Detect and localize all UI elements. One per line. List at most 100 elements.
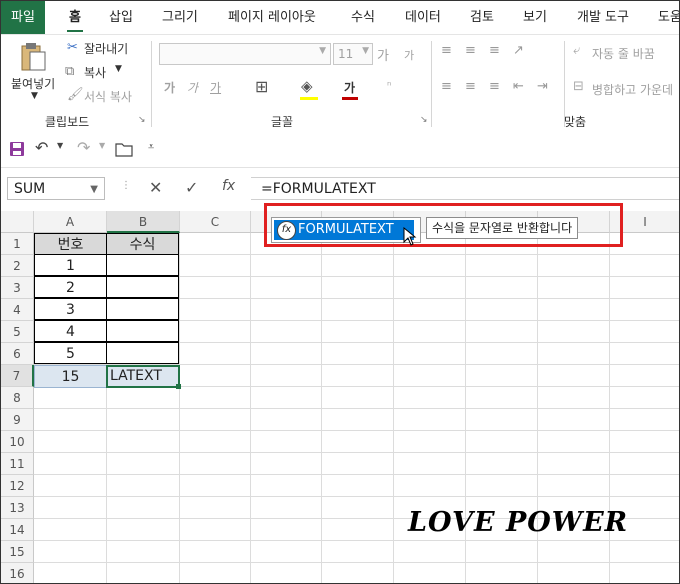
- divider: [431, 41, 432, 127]
- font-size-select[interactable]: 11 ▼: [333, 43, 373, 65]
- undo-icon[interactable]: ↶: [35, 138, 48, 157]
- row-header[interactable]: 10: [1, 431, 34, 453]
- bold-button[interactable]: 가: [164, 79, 175, 96]
- gridline: [34, 452, 679, 453]
- phonetic-icon[interactable]: ⁿ: [387, 79, 391, 92]
- chevron-down-icon[interactable]: ▼: [57, 141, 63, 150]
- tab-review[interactable]: 검토: [470, 1, 494, 34]
- tab-draw[interactable]: 그리기: [162, 1, 198, 34]
- column-header-b[interactable]: B: [107, 211, 180, 233]
- cell-a6[interactable]: 5: [34, 342, 107, 364]
- row-header[interactable]: 4: [1, 299, 34, 321]
- cut-button[interactable]: 잘라내기: [84, 40, 128, 57]
- row-header[interactable]: 15: [1, 541, 34, 563]
- name-box[interactable]: SUM ▼: [7, 177, 105, 200]
- chevron-down-icon[interactable]: ▼: [115, 64, 122, 74]
- orientation-icon[interactable]: ↗: [513, 43, 524, 58]
- decrease-font-button[interactable]: 가: [404, 47, 414, 63]
- font-name-select[interactable]: ▼: [159, 43, 331, 65]
- excel-window: 파일 홈 삽입 그리기 페이지 레이아웃 수식 데이터 검토 보기 개발 도구 …: [0, 0, 680, 584]
- autocomplete-list: FORMULATEXT fx: [271, 217, 421, 243]
- drag-handle-icon[interactable]: ⋮: [121, 180, 131, 191]
- insert-function-icon[interactable]: fx: [222, 178, 235, 194]
- cell-b6[interactable]: [106, 342, 179, 364]
- fill-color-icon[interactable]: ◈: [301, 77, 313, 95]
- tab-developer[interactable]: 개발 도구: [577, 1, 629, 34]
- indent-decrease-icon[interactable]: ⇤: [513, 79, 524, 94]
- cell-a4[interactable]: 3: [34, 298, 107, 320]
- row-header[interactable]: 5: [1, 321, 34, 343]
- merge-icon: ⊟: [573, 79, 584, 94]
- borders-icon[interactable]: ⊞: [255, 77, 268, 96]
- font-color-button[interactable]: 가: [344, 79, 355, 96]
- underline-button[interactable]: 가: [210, 79, 221, 96]
- select-all-corner[interactable]: [1, 211, 34, 233]
- dialog-launcher-icon[interactable]: ↘: [138, 115, 146, 125]
- tab-home[interactable]: 홈: [67, 1, 83, 34]
- row-header[interactable]: 1: [1, 233, 34, 255]
- chevron-down-icon[interactable]: ▼: [99, 141, 105, 150]
- cancel-icon[interactable]: ✕: [149, 178, 162, 197]
- row-header[interactable]: 12: [1, 475, 34, 497]
- column-header-c[interactable]: C: [180, 211, 251, 233]
- dialog-launcher-icon[interactable]: ↘: [420, 115, 428, 125]
- chevron-down-icon[interactable]: ▼: [90, 178, 98, 201]
- cell-b2[interactable]: [106, 254, 179, 276]
- cell-a4-value: 3: [66, 302, 75, 318]
- row-header[interactable]: 9: [1, 409, 34, 431]
- cell-b5[interactable]: [106, 320, 179, 342]
- row-header[interactable]: 14: [1, 519, 34, 541]
- tab-data[interactable]: 데이터: [405, 1, 441, 34]
- paste-button[interactable]: 붙여넣기 ▼: [7, 39, 59, 103]
- redo-icon[interactable]: ↷: [77, 138, 90, 157]
- customize-qat-icon[interactable]: ⩡: [148, 140, 154, 154]
- cell-a2[interactable]: 1: [34, 254, 107, 276]
- mouse-cursor-icon: [403, 227, 417, 246]
- align-top-icon[interactable]: ≡: [441, 43, 452, 58]
- align-middle-icon[interactable]: ≡: [465, 43, 476, 58]
- align-left-icon[interactable]: ≡: [441, 79, 452, 94]
- function-tooltip: 수식을 문자열로 반환합니다: [426, 217, 579, 239]
- row-header[interactable]: 13: [1, 497, 34, 519]
- tab-insert[interactable]: 삽입: [109, 1, 133, 34]
- tab-help[interactable]: 도움: [658, 1, 679, 34]
- column-header-a[interactable]: A: [34, 211, 107, 233]
- tab-file[interactable]: 파일: [1, 1, 45, 34]
- cell-a3-value: 2: [66, 280, 75, 296]
- copy-button[interactable]: 복사: [84, 64, 106, 81]
- cell-a5[interactable]: 4: [34, 320, 107, 342]
- save-icon[interactable]: [9, 141, 25, 157]
- row-header[interactable]: 2: [1, 255, 34, 277]
- cell-b7-active[interactable]: LATEXT: [106, 365, 180, 388]
- format-painter-button[interactable]: 서식 복사: [84, 88, 132, 105]
- folder-icon[interactable]: [115, 141, 133, 157]
- italic-button[interactable]: 가: [187, 79, 198, 96]
- row-header[interactable]: 11: [1, 453, 34, 475]
- chevron-down-icon[interactable]: ▼: [31, 91, 38, 101]
- row-header[interactable]: 3: [1, 277, 34, 299]
- tab-formulas[interactable]: 수식: [351, 1, 375, 34]
- tab-page-layout[interactable]: 페이지 레이아웃: [228, 1, 316, 34]
- align-bottom-icon[interactable]: ≡: [489, 43, 500, 58]
- cell-a3[interactable]: 2: [34, 276, 107, 298]
- row-header[interactable]: 6: [1, 343, 34, 365]
- indent-increase-icon[interactable]: ⇥: [537, 79, 548, 94]
- row-header[interactable]: 7: [1, 365, 34, 387]
- format-painter-icon: 🖌: [67, 87, 84, 102]
- merge-center-button[interactable]: 병합하고 가운데: [592, 81, 673, 98]
- align-center-icon[interactable]: ≡: [465, 79, 476, 94]
- row-header[interactable]: 8: [1, 387, 34, 409]
- align-right-icon[interactable]: ≡: [489, 79, 500, 94]
- increase-font-button[interactable]: 가: [377, 45, 389, 64]
- cell-b3[interactable]: [106, 276, 179, 298]
- enter-icon[interactable]: ✓: [185, 178, 198, 197]
- cell-a1[interactable]: 번호: [34, 233, 107, 255]
- cell-a7[interactable]: 15: [34, 365, 107, 388]
- fill-handle[interactable]: [176, 384, 181, 389]
- cell-b4[interactable]: [106, 298, 179, 320]
- formula-input[interactable]: =FORMULATEXT: [251, 177, 679, 200]
- cell-b1[interactable]: 수식: [106, 233, 179, 255]
- tab-view[interactable]: 보기: [523, 1, 547, 34]
- row-header[interactable]: 16: [1, 563, 34, 583]
- wrap-text-button[interactable]: 자동 줄 바꿈: [592, 45, 655, 62]
